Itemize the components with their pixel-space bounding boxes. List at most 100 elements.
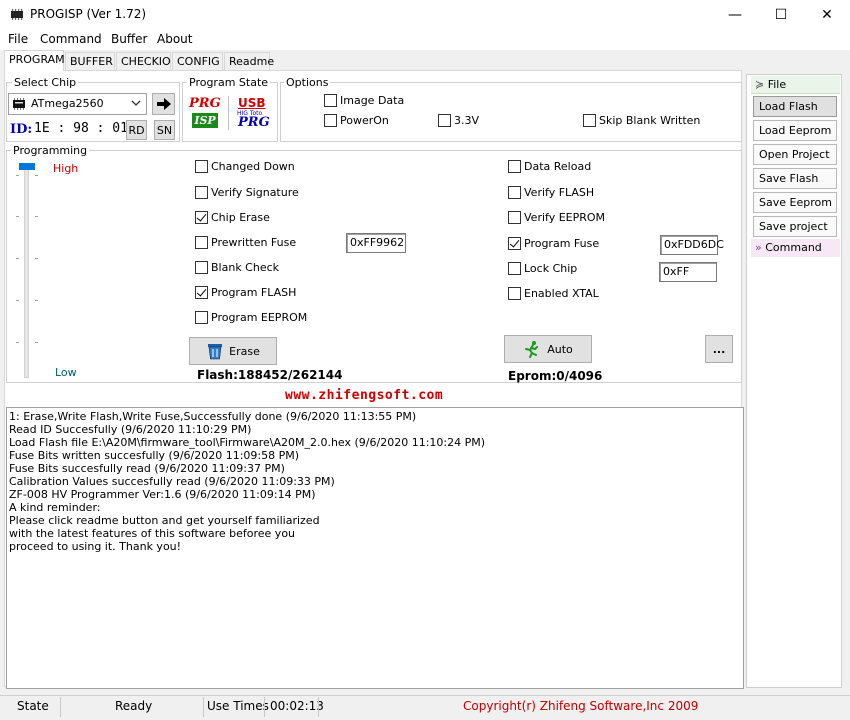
load-eeprom-button[interactable]: Load Eeprom — [753, 120, 837, 141]
prewritten-fuse-label: Prewritten Fuse — [211, 236, 297, 249]
checkbox-box — [583, 114, 596, 127]
status-divider — [60, 697, 61, 717]
lock-chip-value-field[interactable]: 0xFF — [659, 262, 717, 282]
power-on-checkbox[interactable]: PowerOn — [324, 114, 389, 127]
lock-chip-label: Lock Chip — [524, 262, 578, 275]
prewritten-fuse-value-field[interactable]: 0xFF9962 — [346, 233, 406, 253]
log-line: proceed to using it. Thank you! — [9, 540, 182, 553]
erase-button[interactable]: Erase — [189, 337, 277, 365]
program-flash-checkbox[interactable]: Program FLASH — [195, 286, 296, 299]
slider-tick — [16, 175, 19, 176]
load-flash-button[interactable]: Load Flash — [753, 96, 837, 117]
prg-logo-text: PRG — [189, 96, 221, 111]
verify-flash-checkbox[interactable]: Verify FLASH — [508, 186, 594, 199]
more-button[interactable]: ... — [705, 335, 733, 363]
log-line: Calibration Values succesfully read (9/6… — [9, 475, 335, 488]
use-times-label: Use Times — [207, 699, 269, 713]
speed-slider-track[interactable] — [24, 166, 29, 378]
prg2-logo-text: PRG — [238, 115, 270, 130]
read-id-button[interactable]: RD — [126, 120, 147, 140]
slider-tick — [35, 175, 38, 176]
copyright-text: Copyright(r) Zhifeng Software,Inc 2009 — [463, 699, 699, 713]
minimize-icon: — — [728, 7, 742, 23]
usb-logo-text: USB — [238, 96, 266, 110]
select-chip-label: Select Chip — [12, 76, 79, 89]
save-flash-button[interactable]: Save Flash — [753, 168, 837, 189]
enabled-xtal-label: Enabled XTAL — [524, 287, 599, 300]
checkbox-box — [508, 211, 521, 224]
program-state-group — [182, 82, 278, 142]
tab-buffer[interactable]: BUFFER — [65, 52, 115, 70]
chip-erase-checkbox[interactable]: Chip Erase — [195, 211, 270, 224]
apply-chip-button[interactable] — [152, 93, 175, 115]
open-project-button[interactable]: Open Project — [753, 144, 837, 165]
enabled-xtal-checkbox[interactable]: Enabled XTAL — [508, 287, 599, 300]
log-line: A kind reminder: — [9, 501, 101, 514]
maximize-icon: ☐ — [774, 7, 788, 23]
log-line: Fuse Bits succesfully read (9/6/2020 11:… — [9, 462, 285, 475]
chip-erase-label: Chip Erase — [211, 211, 270, 224]
save-project-button[interactable]: Save project — [753, 216, 837, 237]
status-divider — [318, 697, 319, 717]
tab-program[interactable]: PROGRAM — [4, 50, 65, 71]
skip-blank-checkbox[interactable]: Skip Blank Written — [583, 114, 700, 127]
use-times-value: 00:02:13 — [270, 699, 324, 713]
status-state-value: Ready — [115, 699, 153, 713]
serial-number-button[interactable]: SN — [154, 120, 175, 140]
speed-slider-thumb[interactable] — [19, 163, 35, 170]
image-data-checkbox[interactable]: Image Data — [324, 94, 404, 107]
side-panel — [746, 74, 842, 688]
maximize-button[interactable]: ☐ — [758, 0, 804, 30]
verify-signature-checkbox[interactable]: Verify Signature — [195, 186, 299, 199]
command-section-header[interactable]: » Command — [751, 239, 840, 257]
verify-eeprom-checkbox[interactable]: Verify EEPROM — [508, 211, 605, 224]
checkbox-box — [324, 94, 337, 107]
blank-check-checkbox[interactable]: Blank Check — [195, 261, 279, 274]
checkbox-box — [195, 311, 208, 324]
options-group — [280, 82, 742, 142]
auto-button[interactable]: Auto — [504, 335, 592, 363]
log-line: ZF-008 HV Programmer Ver:1.6 (9/6/2020 1… — [9, 488, 316, 501]
data-reload-checkbox[interactable]: Data Reload — [508, 160, 591, 173]
arrow-right-icon — [156, 98, 171, 110]
slider-tick — [35, 258, 38, 259]
tab-readme[interactable]: Readme — [224, 52, 274, 70]
program-fuse-checkbox[interactable]: Program Fuse — [508, 237, 599, 250]
program-state-label: Program State — [187, 76, 271, 89]
slider-tick — [16, 216, 19, 217]
eprom-info: Eprom:0/4096 — [508, 369, 603, 383]
changed-down-label: Changed Down — [211, 160, 295, 173]
program-fuse-value-field[interactable]: 0xFDD6DC — [660, 235, 724, 255]
file-section-header[interactable]: ≽ File — [751, 76, 840, 94]
checkbox-box — [438, 114, 451, 127]
status-divider — [203, 697, 204, 717]
programming-group — [6, 150, 742, 383]
prewritten-fuse-checkbox[interactable]: Prewritten Fuse — [195, 236, 296, 249]
program-eeprom-checkbox[interactable]: Program EEPROM — [195, 311, 307, 324]
logo-divider — [228, 96, 229, 130]
tab-checkio[interactable]: CHECKIO — [116, 52, 171, 70]
menu-buffer[interactable]: Buffer — [111, 32, 147, 46]
chevron-right-double-icon: » — [755, 241, 766, 254]
tab-config[interactable]: CONFIG — [172, 52, 223, 70]
changed-down-checkbox[interactable]: Changed Down — [195, 160, 295, 173]
log-output[interactable]: 1: Erase,Write Flash,Write Fuse,Successf… — [6, 407, 744, 689]
close-button[interactable]: ✕ — [804, 0, 850, 30]
lock-chip-checkbox[interactable]: Lock Chip — [508, 262, 577, 275]
3v3-checkbox[interactable]: 3.3V — [438, 114, 479, 127]
checkbox-box — [324, 114, 337, 127]
log-line: with the latest features of this softwar… — [9, 527, 296, 540]
minimize-button[interactable]: — — [712, 0, 758, 30]
isp-logo-text: ISP — [192, 113, 218, 128]
checkbox-box — [508, 287, 521, 300]
menu-file[interactable]: File — [8, 32, 28, 46]
website-link[interactable]: www.zhifengsoft.com — [285, 388, 443, 403]
menu-command[interactable]: Command — [40, 32, 102, 46]
verify-eeprom-label: Verify EEPROM — [524, 211, 606, 224]
chip-id-label: ID: — [10, 122, 33, 137]
blank-check-label: Blank Check — [211, 261, 280, 274]
window-title: PROGISP (Ver 1.72) — [30, 7, 147, 21]
skip-blank-label: Skip Blank Written — [599, 114, 701, 127]
save-eeprom-button[interactable]: Save Eeprom — [753, 192, 837, 213]
menu-about[interactable]: About — [157, 32, 192, 46]
